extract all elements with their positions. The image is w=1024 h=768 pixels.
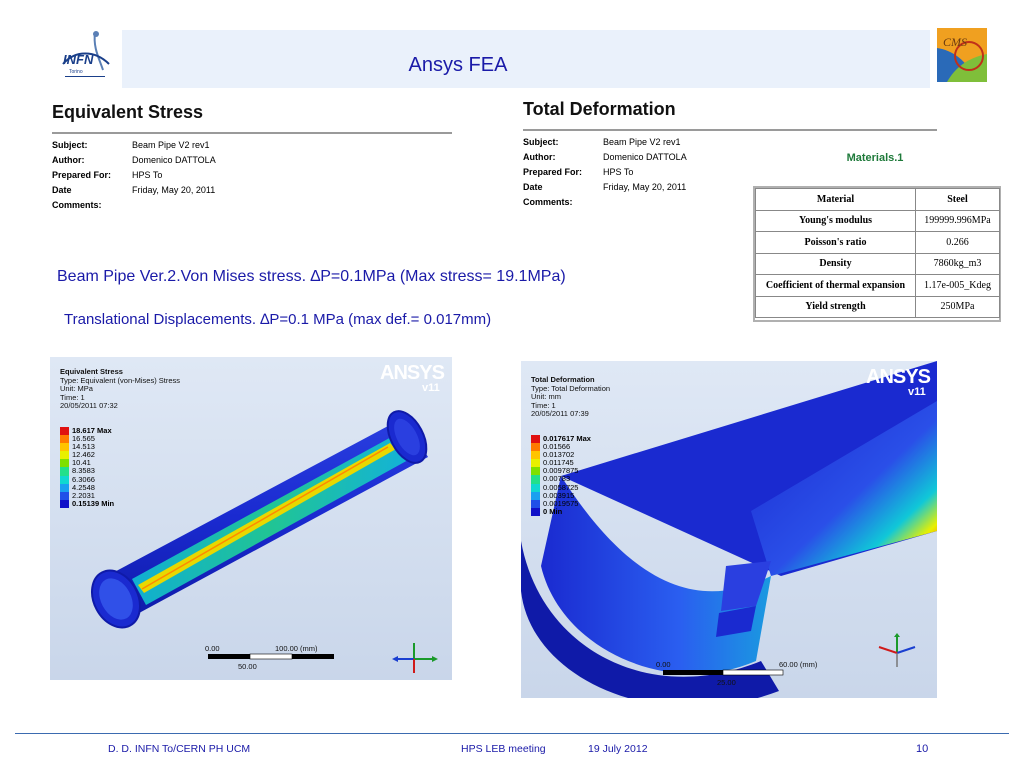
legend-swatch [531,435,540,444]
materials-table: Material Steel Young's modulus 199999.996… [755,188,1000,318]
deform-report-rule [523,129,937,131]
cms-logo-text: CMS [943,35,967,49]
slide-title: Ansys FEA [408,54,508,76]
scale-mid: 50.00 [238,662,257,671]
legend-swatch [60,491,69,500]
footer-rule [15,733,1009,734]
legend-entry: 0 Min [531,506,591,516]
stress-caption: Beam Pipe Ver.2.Von Mises stress. ∆P=0.1… [57,268,566,285]
deformation-info: Total Deformation Type: Total Deformatio… [531,375,611,418]
svg-text:Torino: Torino [69,69,83,75]
legend-swatch [60,435,69,444]
legend-swatch [60,467,69,476]
materials-title: Materials.1 [846,152,904,164]
legend-swatch [531,499,540,508]
materials-header-material: Material [755,188,916,211]
table-row: Coefficient of thermal expansion 1.17e-00… [755,274,1000,297]
field-row: Subject: Beam Pipe V2 rev1 [52,140,210,150]
scale-mid: 25.00 [717,678,736,687]
deform-report-heading: Total Deformation [523,99,676,119]
cms-logo: CMS [937,28,987,82]
scale-start: 0.00 [656,660,671,669]
stress-report-heading: Equivalent Stress [52,102,204,122]
ansys-version: v11 [422,382,440,394]
scale-start: 0.00 [205,644,220,653]
table-row: Poisson's ratio 0.266 [755,231,1000,254]
deform-report-fields: Subject: Beam Pipe V2 rev1 Author: Domenic… [523,137,687,212]
legend-swatch [60,451,69,460]
stress-report-fields: Subject: Beam Pipe V2 rev1 Author: Domenic… [52,140,216,215]
deformation-legend: 0.017617 Max 0.01566 0.013702 0.011745 0.009… [531,434,591,516]
stress-legend: 18.617 Max 16.565 14.513 12.462 10.41 8.3583 6… [60,426,115,508]
table-row: Yield strength 250MPa [755,295,1000,318]
legend-swatch [60,475,69,484]
materials-header-steel: Steel [915,188,1000,211]
field-row: Date Friday, May 20, 2011 [52,185,216,195]
page-number: 10 [916,743,929,755]
stress-report: Equivalent Stress Subject: Beam Pipe V2 r… [52,102,452,215]
legend-swatch [60,459,69,468]
field-row: Comments: [523,197,573,207]
field-row: Prepared For: HPS To [523,167,634,177]
field-row: Date Friday, May 20, 2011 [523,182,687,192]
legend-swatch [531,459,540,468]
infn-logo-text: INFN [63,52,94,67]
legend-label: 0 Min [543,506,563,516]
stress-fea-image: Equivalent Stress Type: Equivalent (von-… [50,357,452,680]
legend-swatch [531,467,540,476]
legend-swatch [60,443,69,452]
field-row: Prepared For: HPS To [52,170,163,180]
axis-triad-icon [878,633,916,667]
legend-entry: 0.15139 Min [60,498,115,508]
footer-date: 19 July 2012 [588,743,648,755]
legend-swatch [531,443,540,452]
stress-report-rule [52,132,452,134]
legend-swatch [531,507,540,516]
legend-swatch [60,483,69,492]
footer-author: D. D. INFN To/CERN PH UCM [108,743,251,755]
footer-meeting: HPS LEB meeting [461,743,546,755]
field-row: Author: Domenico DATTOLA [523,152,687,162]
legend-label: 0.15139 Min [72,498,115,508]
scale-end: 60.00 (mm) [779,660,818,669]
stress-info: Equivalent Stress Type: Equivalent (von-… [60,367,181,410]
materials-header-row: Material Steel [755,188,1000,211]
legend-swatch [60,499,69,508]
deformation-caption: Translational Displacements. ∆P=0.1 MPa … [64,311,492,328]
table-row: Density 7860kg_m3 [755,252,1000,275]
field-row: Author: Domenico DATTOLA [52,155,216,165]
legend-swatch [531,475,540,484]
ansys-version: v11 [908,386,926,398]
field-row: Subject: Beam Pipe V2 rev1 [523,137,681,147]
scale-end: 100.00 (mm) [275,644,318,653]
deformation-fea-image: Total Deformation Type: Total Deformatio… [521,361,937,698]
legend-swatch [60,427,69,436]
infn-logo: INFN Torino [62,31,110,77]
field-row: Comments: [52,200,102,210]
legend-swatch [531,483,540,492]
axis-triad-icon [392,643,438,673]
legend-swatch [531,451,540,460]
legend-swatch [531,491,540,500]
table-row: Young's modulus 199999.996MPa [755,209,1000,232]
